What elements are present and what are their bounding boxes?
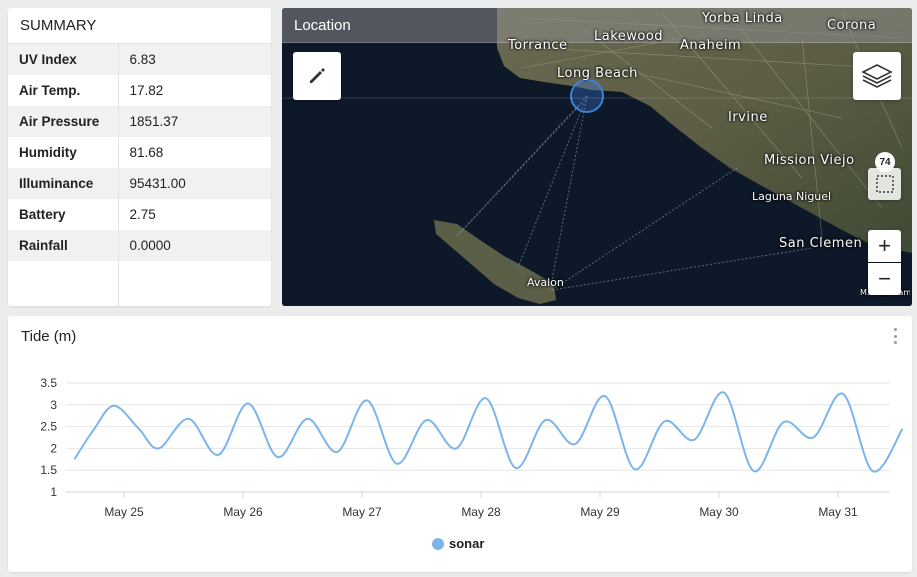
summary-value: 1851.37	[118, 106, 271, 137]
zoom-out-button[interactable]: −	[868, 263, 901, 295]
place-label-long-beach: Long Beach	[557, 66, 638, 81]
summary-label: Air Pressure	[8, 106, 119, 137]
place-label-san-clemente: San Clemen	[779, 236, 863, 251]
summary-panel: SUMMARY UV Index 6.83 Air Temp. 17.82 Air …	[8, 8, 271, 306]
legend-marker	[432, 537, 444, 550]
place-label-torrance: Torrance	[508, 38, 568, 53]
empty-cell	[8, 261, 119, 306]
empty-cell	[118, 261, 271, 306]
table-row: Air Temp. 17.82	[8, 75, 271, 106]
summary-value: 6.83	[118, 44, 271, 75]
table-row: UV Index 6.83	[8, 44, 271, 75]
y-tick-label: 3.5	[40, 376, 57, 390]
place-label-mission-viejo: Mission Viejo	[764, 153, 855, 168]
layers-button[interactable]	[853, 52, 901, 100]
table-row: Humidity 81.68	[8, 137, 271, 168]
summary-label: Air Temp.	[8, 75, 119, 106]
summary-label: Illuminance	[8, 168, 119, 199]
sensor-marker[interactable]	[570, 79, 604, 113]
x-tick-label: May 27	[342, 505, 382, 519]
pencil-icon	[310, 68, 325, 83]
tide-chart-card: Tide (m) 1 1.5 2 2.5 3 3.5 May 25 May 26 May 27 M…	[8, 316, 912, 572]
table-row: Rainfall 0.0000	[8, 230, 271, 261]
summary-value: 95431.00	[118, 168, 271, 199]
summary-label: Humidity	[8, 137, 119, 168]
series-line-sonar	[73, 391, 904, 473]
summary-value: 0.0000	[118, 230, 271, 261]
zoom-in-button[interactable]: +	[868, 230, 901, 262]
place-label-laguna-niguel: Laguna Niguel	[752, 190, 832, 203]
summary-table: UV Index 6.83 Air Temp. 17.82 Air Pressure…	[8, 44, 271, 306]
legend-label: sonar	[449, 536, 485, 551]
summary-label: Rainfall	[8, 230, 119, 261]
grid-select-button[interactable]	[868, 168, 901, 200]
y-tick-label: 2.5	[40, 420, 57, 434]
summary-value: 2.75	[129, 207, 156, 222]
summary-value: 17.82	[129, 83, 164, 98]
place-label-avalon: Avalon	[527, 276, 564, 289]
chart-legend-item[interactable]: sonar	[432, 536, 484, 551]
summary-value: 81.68	[129, 145, 164, 160]
y-tick-label: 1.5	[40, 463, 57, 477]
table-row: Air Pressure 1851.37	[8, 106, 271, 137]
map-title: Location	[294, 17, 351, 34]
y-tick-label: 3	[50, 398, 57, 412]
place-label-irvine: Irvine	[728, 110, 768, 125]
x-tick-label: May 28	[461, 505, 501, 519]
summary-label: Battery	[8, 199, 119, 230]
table-row: Illuminance 95431.00	[8, 168, 271, 199]
table-row: Battery 2.75	[8, 199, 271, 230]
x-tick-label: May 25	[104, 505, 144, 519]
location-map[interactable]: Location Yorba Linda Corona Torrance Lak…	[282, 8, 912, 306]
grid-select-icon	[875, 175, 894, 193]
y-tick-label: 2	[50, 441, 57, 455]
edit-button[interactable]	[293, 52, 341, 100]
summary-title: SUMMARY	[8, 8, 271, 44]
place-label-lakewood: Lakewood	[594, 29, 664, 44]
place-label-yorba-linda: Yorba Linda	[702, 11, 783, 26]
summary-label: UV Index	[8, 44, 119, 75]
x-tick-label: May 26	[223, 505, 263, 519]
place-label-corona: Corona	[827, 18, 877, 33]
layers-icon	[861, 64, 893, 88]
y-tick-label: 1	[50, 485, 57, 499]
x-tick-label: May 29	[580, 505, 620, 519]
place-label-anaheim: Anaheim	[680, 38, 742, 53]
x-tick-label: May 30	[699, 505, 739, 519]
tide-chart: 1 1.5 2 2.5 3 3.5 May 25 May 26 May 27 May 28 May …	[40, 376, 904, 519]
table-row-empty	[8, 261, 271, 306]
x-tick-label: May 31	[818, 505, 858, 519]
